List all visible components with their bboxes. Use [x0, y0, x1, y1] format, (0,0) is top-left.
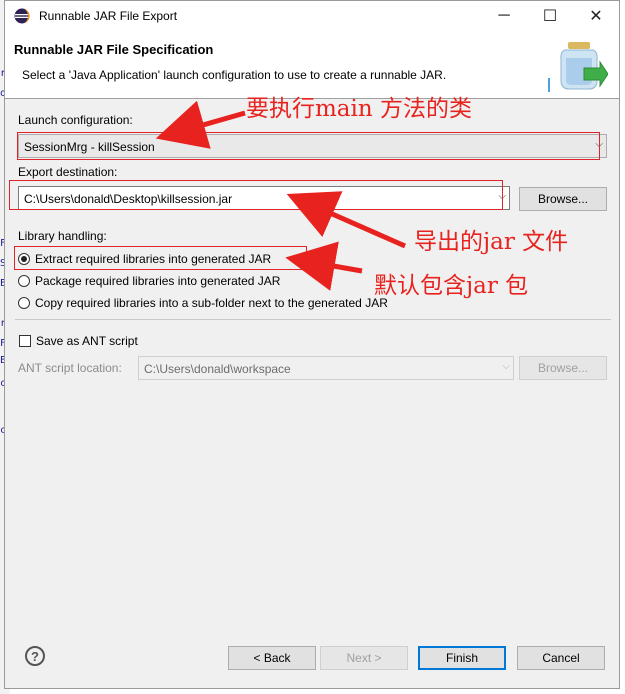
- annotation-export-jar: 导出的jar 文件: [414, 229, 569, 255]
- annotation-main-class: 要执行main 方法的类: [246, 96, 473, 122]
- arrow-to-launch-config: [155, 100, 246, 149]
- arrow-to-library-option: [285, 241, 363, 291]
- arrow-to-export-destination: [286, 191, 407, 249]
- annotation-default-jar: 默认包含jar 包: [374, 273, 529, 299]
